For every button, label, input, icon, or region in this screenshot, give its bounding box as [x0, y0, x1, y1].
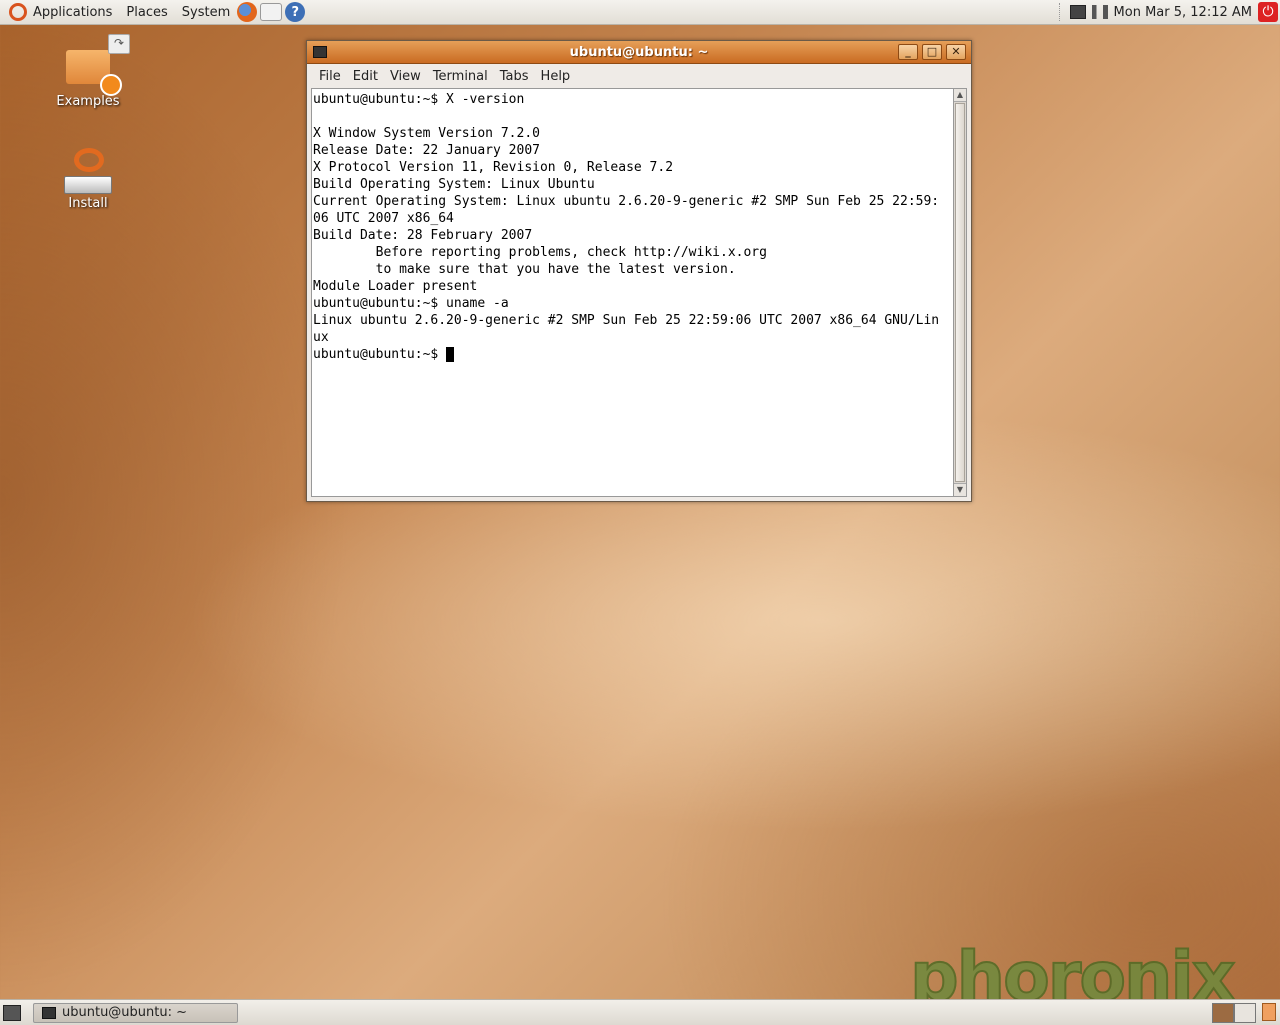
network-icon[interactable]: [1069, 5, 1086, 19]
menu-edit[interactable]: Edit: [347, 69, 384, 84]
terminal-output[interactable]: ubuntu@ubuntu:~$ X -version X Window Sys…: [311, 88, 954, 497]
terminal-prompt: ubuntu@ubuntu:~$: [313, 347, 447, 362]
install-icon: [64, 148, 112, 196]
places-menu-label: Places: [126, 4, 168, 20]
minimize-button[interactable]: _: [898, 44, 918, 60]
workspace-2[interactable]: [1234, 1002, 1256, 1023]
terminal-line: 06 UTC 2007 x86_64: [313, 211, 454, 226]
desktop-icon-label: Examples: [56, 94, 120, 109]
window-menubar: File Edit View Terminal Tabs Help: [307, 64, 971, 88]
help-icon[interactable]: ?: [285, 2, 306, 22]
window-titlebar[interactable]: ubuntu@ubuntu: ~ _ □ ✕: [307, 41, 971, 64]
terminal-line: ubuntu@ubuntu:~$ X -version: [313, 92, 525, 107]
desktop-icon-install[interactable]: Install: [38, 148, 138, 211]
close-button[interactable]: ✕: [946, 44, 966, 60]
terminal-line: X Protocol Version 11, Revision 0, Relea…: [313, 160, 674, 175]
scroll-down-arrow-icon[interactable]: ▼: [954, 483, 966, 496]
maximize-button[interactable]: □: [922, 44, 942, 60]
terminal-window: ubuntu@ubuntu: ~ _ □ ✕ File Edit View Te…: [306, 40, 972, 502]
top-panel: Applications Places System ? Mon Mar 5, …: [0, 0, 1280, 25]
menu-tabs[interactable]: Tabs: [494, 69, 535, 84]
terminal-line: Build Operating System: Linux Ubuntu: [313, 177, 595, 192]
workspace-1[interactable]: [1212, 1002, 1234, 1023]
volume-icon[interactable]: [1091, 5, 1108, 19]
window-title: ubuntu@ubuntu: ~: [569, 44, 709, 60]
menu-help[interactable]: Help: [535, 69, 577, 84]
applications-menu[interactable]: Applications: [0, 0, 119, 24]
firefox-icon[interactable]: [237, 2, 258, 22]
folder-icon: ↷: [66, 34, 130, 96]
terminal-line: Module Loader present: [313, 279, 478, 294]
trash-icon[interactable]: [1262, 1003, 1276, 1021]
scroll-up-arrow-icon[interactable]: ▲: [954, 89, 966, 102]
show-desktop-icon[interactable]: [3, 1004, 21, 1021]
terminal-line: Current Operating System: Linux ubuntu 2…: [313, 194, 940, 209]
terminal-line: to make sure that you have the latest ve…: [313, 262, 736, 277]
scrollbar-thumb[interactable]: [955, 103, 965, 482]
terminal-line: ubuntu@ubuntu:~$ uname -a: [313, 296, 509, 311]
system-menu-label: System: [181, 4, 231, 20]
bottom-panel: ubuntu@ubuntu: ~: [0, 999, 1280, 1025]
clock[interactable]: Mon Mar 5, 12:12 AM: [1114, 5, 1252, 20]
desktop-icon-examples[interactable]: ↷ Examples: [38, 34, 138, 109]
taskbar-button-terminal[interactable]: ubuntu@ubuntu: ~: [33, 1002, 238, 1023]
terminal-line: Before reporting problems, check http://…: [313, 245, 767, 260]
terminal-line: Linux ubuntu 2.6.20-9-generic #2 SMP Sun…: [313, 313, 940, 328]
applications-menu-label: Applications: [33, 4, 113, 20]
terminal-icon[interactable]: [313, 46, 327, 58]
workspace-switcher: [1212, 1002, 1256, 1023]
shortcut-arrow-icon: ↷: [108, 34, 130, 54]
ubuntu-logo-icon: [9, 3, 27, 21]
menu-terminal[interactable]: Terminal: [427, 69, 494, 84]
lock-icon: [100, 74, 122, 96]
terminal-line: Build Date: 28 February 2007: [313, 228, 533, 243]
mail-icon[interactable]: [260, 3, 283, 21]
terminal-line: X Window System Version 7.2.0: [313, 126, 540, 141]
drive-icon: [64, 176, 112, 194]
menu-view[interactable]: View: [384, 69, 427, 84]
terminal-icon: [42, 1006, 56, 1019]
menu-file[interactable]: File: [313, 69, 347, 84]
terminal-line: Release Date: 22 January 2007: [313, 143, 540, 158]
terminal-scrollbar[interactable]: ▲ ▼: [953, 88, 967, 497]
tray-separator: [1058, 3, 1062, 21]
terminal-line: ux: [313, 330, 329, 345]
power-icon[interactable]: ⏻: [1258, 2, 1278, 22]
disc-icon: [74, 148, 104, 172]
text-cursor: [446, 347, 455, 362]
notification-area: Mon Mar 5, 12:12 AM ⏻: [1058, 0, 1280, 24]
system-menu[interactable]: System: [175, 0, 237, 24]
places-menu[interactable]: Places: [119, 0, 174, 24]
desktop-icon-label: Install: [68, 196, 108, 211]
taskbar-label: ubuntu@ubuntu: ~: [62, 1005, 188, 1020]
